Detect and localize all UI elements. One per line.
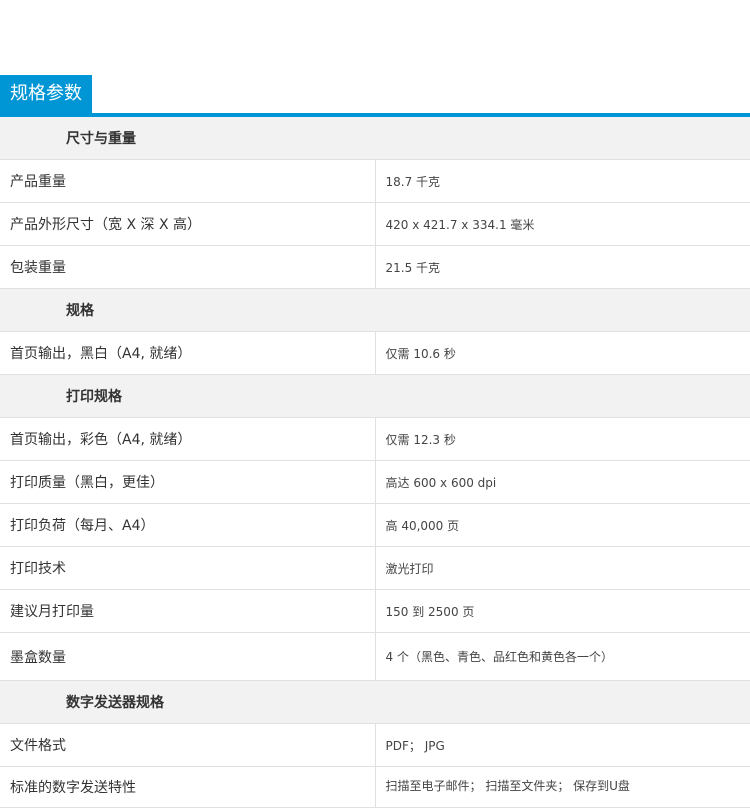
spec-table: 尺寸与重量 产品重量 18.7 千克 产品外形尺寸（宽 X 深 X 高） 420… [0, 117, 750, 808]
spec-value: 高 40,000 页 [375, 503, 750, 547]
table-row: 打印负荷（每月、A4） 高 40,000 页 [0, 503, 750, 547]
spec-label: 打印负荷（每月、A4） [0, 503, 376, 547]
spec-value: 4 个（黑色、青色、品红色和黄色各一个） [375, 632, 750, 681]
section-header-print-specs: 打印规格 [0, 374, 750, 418]
table-row: 文件格式 PDF； JPG [0, 723, 750, 767]
table-row: 包装重量 21.5 千克 [0, 245, 750, 289]
spec-label: 墨盒数量 [0, 632, 376, 681]
table-row: 打印技术 激光打印 [0, 546, 750, 590]
section-header-specs: 规格 [0, 288, 750, 332]
spec-label: 首页输出，黑白（A4, 就绪） [0, 331, 376, 375]
spec-header-tab: 规格参数 [0, 75, 92, 113]
spec-value: 扫描至电子邮件； 扫描至文件夹； 保存到U盘 [375, 766, 750, 808]
table-row: 产品重量 18.7 千克 [0, 159, 750, 203]
section-title: 规格 [0, 288, 750, 332]
section-header-size-weight: 尺寸与重量 [0, 117, 750, 160]
spec-label: 产品外形尺寸（宽 X 深 X 高） [0, 202, 376, 246]
section-title: 打印规格 [0, 374, 750, 418]
spec-value: 仅需 10.6 秒 [375, 331, 750, 375]
spec-label: 文件格式 [0, 723, 376, 767]
spec-value: 仅需 12.3 秒 [375, 417, 750, 461]
spec-value: 激光打印 [375, 546, 750, 590]
spec-header: 规格参数 [0, 75, 750, 117]
table-row: 墨盒数量 4 个（黑色、青色、品红色和黄色各一个） [0, 632, 750, 681]
section-title: 尺寸与重量 [0, 117, 750, 160]
spec-value: 150 到 2500 页 [375, 589, 750, 633]
table-row: 打印质量（黑白，更佳） 高达 600 x 600 dpi [0, 460, 750, 504]
spec-label: 首页输出，彩色（A4, 就绪） [0, 417, 376, 461]
table-row: 产品外形尺寸（宽 X 深 X 高） 420 x 421.7 x 334.1 毫米 [0, 202, 750, 246]
section-title: 数字发送器规格 [0, 680, 750, 724]
spec-label: 包装重量 [0, 245, 376, 289]
table-row: 首页输出，黑白（A4, 就绪） 仅需 10.6 秒 [0, 331, 750, 375]
spec-value: 18.7 千克 [375, 159, 750, 203]
spec-label: 打印技术 [0, 546, 376, 590]
table-row: 标准的数字发送特性 扫描至电子邮件； 扫描至文件夹； 保存到U盘 [0, 766, 750, 808]
spec-label: 打印质量（黑白，更佳） [0, 460, 376, 504]
spec-value: PDF； JPG [375, 723, 750, 767]
spec-label: 标准的数字发送特性 [0, 766, 376, 808]
spec-label: 产品重量 [0, 159, 376, 203]
spec-value: 21.5 千克 [375, 245, 750, 289]
spec-value: 高达 600 x 600 dpi [375, 460, 750, 504]
section-header-digital-sender: 数字发送器规格 [0, 680, 750, 724]
table-row: 建议月打印量 150 到 2500 页 [0, 589, 750, 633]
spec-value: 420 x 421.7 x 334.1 毫米 [375, 202, 750, 246]
spec-label: 建议月打印量 [0, 589, 376, 633]
table-row: 首页输出，彩色（A4, 就绪） 仅需 12.3 秒 [0, 417, 750, 461]
